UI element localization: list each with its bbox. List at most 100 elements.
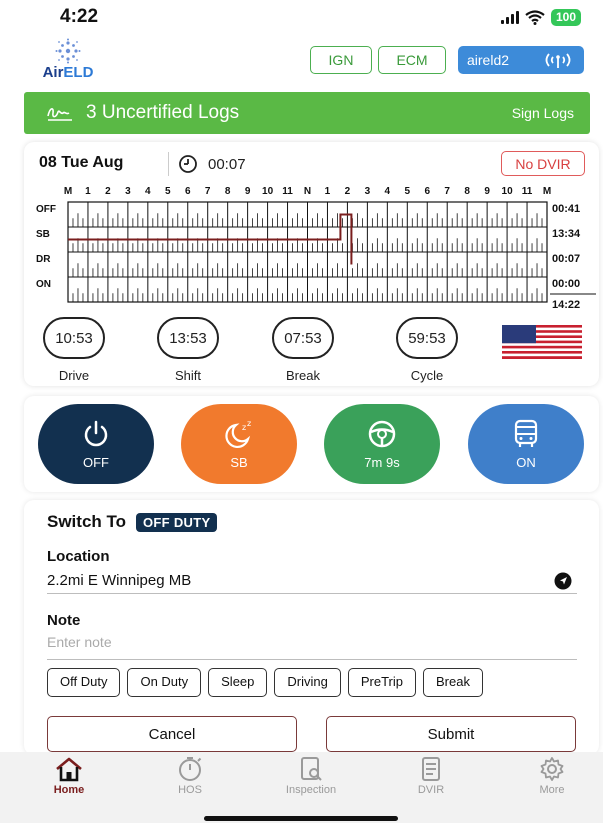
status-time: 4:22 bbox=[60, 6, 99, 27]
status-icons: 100 bbox=[500, 9, 581, 26]
nav-more-label: More bbox=[539, 784, 565, 796]
us-flag-icon[interactable] bbox=[502, 325, 582, 359]
hour-label: 10 bbox=[502, 186, 514, 197]
status-off-label: OFF bbox=[83, 454, 109, 470]
inspection-icon bbox=[301, 757, 322, 781]
timer-shift-value: 13:53 bbox=[157, 317, 219, 359]
home-icon bbox=[56, 757, 82, 782]
broadcast-icon bbox=[545, 53, 571, 68]
timer-cycle-label: Cycle bbox=[410, 368, 444, 383]
svg-text:z: z bbox=[242, 423, 246, 432]
svg-text:z: z bbox=[247, 419, 251, 428]
grand-total: 14:22 bbox=[552, 299, 580, 311]
cellular-signal-icon bbox=[500, 11, 519, 24]
location-field[interactable]: 2.2mi E Winnipeg MB bbox=[47, 572, 191, 589]
gear-icon bbox=[540, 757, 564, 781]
hos-timers: 10:53 Drive 13:53 Shift 07:53 Break 59:5… bbox=[24, 317, 599, 387]
status-sb-button[interactable]: z z SB bbox=[181, 404, 297, 484]
duty-log-grid: M 1 2 3 4 5 6 7 8 9 10 11 N 1 2 3 4 5 6 7 8 9 10 11 M OFF 00:41 SB 1… bbox=[36, 186, 596, 311]
hour-label: 2 bbox=[345, 186, 351, 197]
hour-label: 6 bbox=[185, 186, 191, 197]
hour-label: 8 bbox=[225, 186, 231, 197]
bus-icon bbox=[514, 419, 538, 447]
duty-status-selector: OFF z z SB 7m 9s ON bbox=[24, 396, 599, 492]
cancel-button[interactable]: Cancel bbox=[47, 716, 297, 752]
hour-label: 4 bbox=[385, 186, 391, 197]
hour-label: 11 bbox=[522, 186, 533, 197]
ecm-button[interactable]: ECM bbox=[378, 46, 446, 74]
nav-inspection-label: Inspection bbox=[285, 784, 337, 796]
timer-drive-value: 10:53 bbox=[43, 317, 105, 359]
chip-on-duty[interactable]: On Duty bbox=[127, 668, 202, 697]
status-off-button[interactable]: OFF bbox=[38, 404, 154, 484]
timer-cycle: 59:53 Cycle bbox=[392, 317, 462, 383]
battery-indicator: 100 bbox=[550, 9, 581, 26]
nav-more[interactable]: More bbox=[502, 756, 602, 796]
steering-wheel-icon bbox=[368, 420, 396, 447]
quick-note-chips: Off Duty On Duty Sleep Driving PreTrip Break bbox=[47, 668, 577, 700]
hour-label: 3 bbox=[365, 186, 371, 197]
hour-label: M bbox=[543, 186, 551, 197]
submit-button[interactable]: Submit bbox=[326, 716, 576, 752]
location-arrow-icon[interactable] bbox=[554, 572, 572, 590]
hour-label: 9 bbox=[484, 186, 490, 197]
note-label: Note bbox=[47, 612, 81, 629]
nav-hos[interactable]: HOS bbox=[140, 756, 240, 796]
hour-label: 5 bbox=[405, 186, 411, 197]
nav-dvir[interactable]: DVIR bbox=[381, 756, 481, 796]
hour-label: 5 bbox=[165, 186, 171, 197]
chip-sleep[interactable]: Sleep bbox=[208, 668, 268, 697]
chip-driving[interactable]: Driving bbox=[274, 668, 341, 697]
timer-shift-label: Shift bbox=[174, 368, 201, 383]
status-bar: 4:22 100 bbox=[0, 0, 603, 36]
status-driving-button[interactable]: 7m 9s bbox=[324, 404, 440, 484]
status-on-button[interactable]: ON bbox=[468, 404, 584, 484]
hour-label: 9 bbox=[245, 186, 251, 197]
nav-home[interactable]: Home bbox=[19, 756, 119, 796]
sign-logs-button[interactable]: Sign Logs bbox=[512, 105, 574, 121]
uncertified-logs-banner[interactable]: 3 Uncertified Logs Sign Logs bbox=[24, 92, 590, 134]
duty-row-label: ON bbox=[36, 279, 51, 290]
duty-row-total: 00:41 bbox=[552, 203, 580, 215]
hour-label: 4 bbox=[145, 186, 151, 197]
wifi-icon bbox=[525, 10, 545, 25]
status-sb-label: SB bbox=[230, 454, 248, 470]
stopwatch-icon bbox=[179, 757, 202, 781]
note-input[interactable] bbox=[47, 634, 567, 650]
duty-row-label: OFF bbox=[36, 204, 56, 215]
timer-break-value: 07:53 bbox=[272, 317, 334, 359]
switch-to-row: Switch To OFF DUTY bbox=[47, 512, 218, 532]
note-underline bbox=[47, 659, 577, 660]
hour-label: M bbox=[64, 186, 72, 197]
hour-label: 1 bbox=[85, 186, 91, 197]
log-clock: 00:07 bbox=[178, 154, 246, 174]
app-header: AirELD IGN ECM aireld2 bbox=[0, 36, 603, 86]
location-label: Location bbox=[47, 548, 110, 565]
hour-label: 3 bbox=[125, 186, 131, 197]
nav-inspection[interactable]: Inspection bbox=[261, 756, 361, 796]
hour-label: 7 bbox=[444, 186, 450, 197]
duty-row-total: 00:07 bbox=[552, 253, 580, 265]
hour-label: 2 bbox=[105, 186, 111, 197]
aireld-logo: AirELD bbox=[36, 38, 100, 84]
timer-break: 07:53 Break bbox=[268, 317, 338, 383]
hour-label: N bbox=[304, 186, 311, 197]
status-on-label: ON bbox=[516, 454, 536, 470]
no-dvir-badge[interactable]: No DVIR bbox=[501, 151, 585, 176]
chip-off-duty[interactable]: Off Duty bbox=[47, 668, 121, 697]
chip-pretrip[interactable]: PreTrip bbox=[347, 668, 416, 697]
chip-break[interactable]: Break bbox=[423, 668, 483, 697]
sleep-moon-icon: z z bbox=[225, 419, 251, 448]
clock-icon bbox=[179, 155, 197, 173]
ign-button[interactable]: IGN bbox=[310, 46, 372, 74]
clock-value: 00:07 bbox=[208, 155, 246, 173]
logo-text-eld: ELD bbox=[63, 64, 94, 81]
hour-label: 11 bbox=[282, 186, 293, 197]
home-indicator bbox=[204, 816, 398, 821]
switch-to-label: Switch To bbox=[47, 512, 127, 531]
duty-status-trace bbox=[68, 213, 353, 265]
device-connection-button[interactable]: aireld2 bbox=[458, 46, 584, 74]
document-icon bbox=[422, 757, 440, 781]
switch-status-badge: OFF DUTY bbox=[136, 512, 218, 532]
status-driving-label: 7m 9s bbox=[364, 454, 400, 470]
